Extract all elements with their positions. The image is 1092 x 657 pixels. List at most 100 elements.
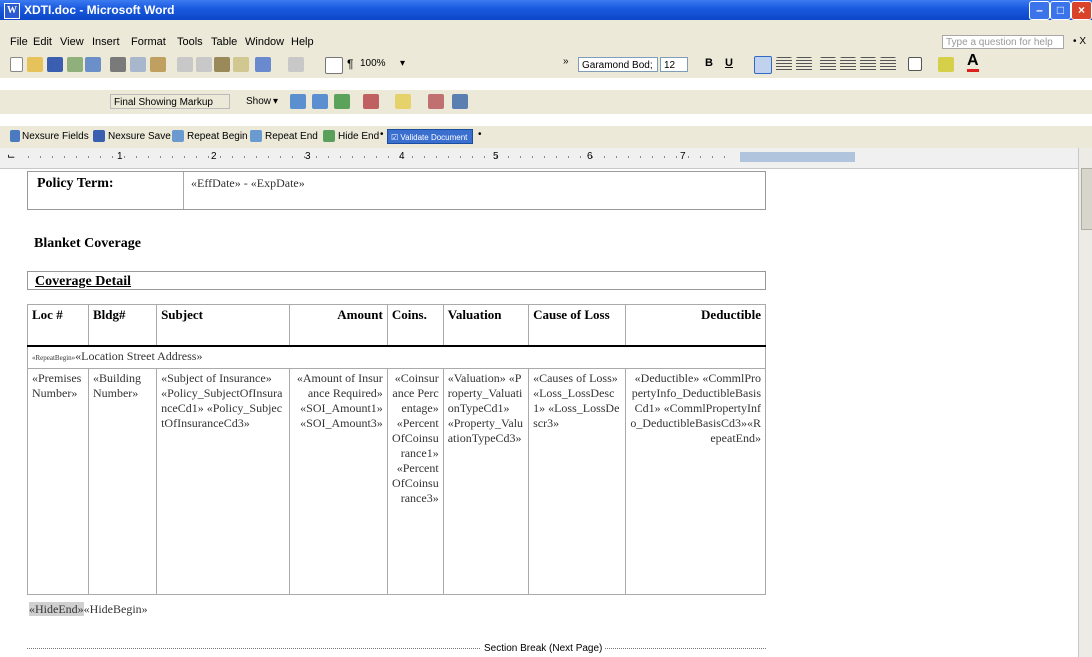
font-select[interactable]: Garamond Bod; — [578, 57, 658, 72]
hide-begin-tag: «HideBegin» — [83, 602, 148, 616]
paste-icon[interactable] — [214, 57, 230, 72]
menu-format[interactable]: Format — [131, 36, 166, 48]
menu-file[interactable]: File — [10, 36, 28, 48]
header-coins: Coins. — [386, 304, 444, 347]
policy-term-box: Policy Term: «EffDate» - «ExpDate» — [27, 171, 766, 210]
numbering-icon[interactable] — [820, 57, 836, 72]
next-change-icon[interactable] — [312, 94, 328, 109]
align-center-icon[interactable] — [776, 57, 792, 72]
menu-edit[interactable]: Edit — [33, 36, 52, 48]
ruler-number-6: 6 — [587, 151, 593, 162]
bold-button[interactable]: B — [705, 57, 713, 69]
repeat-begin-button[interactable]: Repeat Begin — [187, 131, 248, 142]
redo-icon[interactable] — [288, 57, 304, 72]
zoom-dropdown-icon[interactable]: ▾ — [400, 58, 405, 69]
font-color-icon[interactable]: A — [967, 53, 979, 72]
show-dropdown-icon[interactable]: ▾ — [273, 96, 278, 107]
copy-icon[interactable] — [196, 57, 212, 72]
ruler-number-5: 5 — [493, 151, 499, 162]
menu-window[interactable]: Window — [245, 36, 284, 48]
new-icon[interactable] — [10, 57, 23, 72]
menu-view[interactable]: View — [60, 36, 84, 48]
maximize-button[interactable]: □ — [1050, 1, 1071, 20]
spelling-icon[interactable] — [150, 57, 166, 72]
repeat-end-button[interactable]: Repeat End — [265, 131, 318, 142]
help-search-input[interactable]: Type a question for help — [942, 35, 1064, 49]
close-button[interactable]: × — [1071, 1, 1092, 20]
align-left-icon[interactable] — [754, 56, 772, 74]
ruler-number-7: 7 — [680, 151, 686, 162]
undo-icon[interactable] — [255, 57, 271, 72]
underline-button[interactable]: U — [725, 57, 733, 69]
location-street-address: «Location Street Address» — [75, 349, 203, 363]
hide-end-tag: «HideEnd» — [29, 602, 84, 616]
location-row-cell: «RepeatBegin»«Location Street Address» — [27, 345, 766, 369]
section-break-line — [27, 648, 766, 649]
title-bar: W XDTI.doc - Microsoft Word – □ × — [0, 0, 1092, 20]
align-right-icon[interactable] — [796, 57, 812, 72]
tab-selector-icon[interactable]: ⌙ — [7, 151, 15, 162]
borders-icon[interactable] — [908, 57, 922, 71]
coverage-detail-box: Coverage Detail — [27, 271, 766, 290]
horizontal-ruler[interactable]: ⌙ 1 2 3 4 5 6 7 — [0, 148, 1092, 169]
menu-table[interactable]: Table — [211, 36, 237, 48]
minimize-button[interactable]: – — [1029, 1, 1050, 20]
highlight-icon[interactable] — [938, 57, 954, 72]
ruler-ticks — [28, 156, 728, 158]
menu-insert[interactable]: Insert — [92, 36, 120, 48]
table-row: «Premises Number» «Building Number» «Sub… — [27, 368, 767, 595]
accept-change-icon[interactable] — [334, 94, 350, 109]
previous-change-icon[interactable] — [290, 94, 306, 109]
document-page[interactable]: Policy Term: «EffDate» - «ExpDate» Blank… — [0, 170, 1078, 657]
nexsure-save-button[interactable]: Nexsure Save — [108, 131, 171, 142]
bullets-icon[interactable] — [840, 57, 856, 72]
validate-checkbox-icon: ☑ — [391, 133, 399, 142]
coverage-detail-heading: Coverage Detail — [35, 274, 132, 289]
menu-help[interactable]: Help — [291, 36, 314, 48]
nexsure-fields-button[interactable]: Nexsure Fields — [22, 131, 89, 142]
open-icon[interactable] — [27, 57, 43, 72]
cell-subject: «Subject of Insurance» «Policy_SubjectOf… — [156, 368, 291, 595]
show-hide-icon[interactable]: ¶ — [347, 57, 353, 71]
cell-valuation: «Valuation» «Property_ValuationTypeCd1» … — [442, 368, 530, 595]
new-comment-icon[interactable] — [395, 94, 411, 109]
increase-indent-icon[interactable] — [880, 57, 896, 72]
permission-icon[interactable] — [67, 57, 83, 72]
decrease-indent-icon[interactable] — [860, 57, 876, 72]
reviewing-toolbar: Final Showing Markup Show ▾ — [0, 90, 1092, 114]
display-for-review-select[interactable]: Final Showing Markup — [110, 94, 230, 109]
zoom-value[interactable]: 100% — [360, 58, 386, 69]
reviewing-pane-icon[interactable] — [452, 94, 468, 109]
word-icon: W — [4, 3, 20, 19]
toolbar-options-icon[interactable]: » — [563, 56, 569, 67]
print-icon[interactable] — [110, 57, 126, 72]
email-icon[interactable] — [85, 57, 101, 72]
track-changes-icon[interactable] — [428, 94, 444, 109]
scrollbar-thumb[interactable] — [1081, 168, 1092, 230]
cell-deductible: «Deductible» «CommlPropertyInfo_Deductib… — [624, 368, 767, 595]
toolbar-separator: • — [380, 129, 384, 140]
ruler-number-4: 4 — [399, 151, 405, 162]
format-painter-icon[interactable] — [233, 57, 249, 72]
coverage-table: Loc # Bldg# Subject Amount Coins. Valuat… — [27, 304, 767, 595]
vertical-scrollbar[interactable] — [1078, 148, 1092, 657]
save-icon[interactable] — [47, 57, 63, 72]
cut-icon[interactable] — [177, 57, 193, 72]
blanket-coverage-heading: Blanket Coverage — [34, 236, 141, 251]
cell-building-number: «Building Number» — [87, 368, 158, 595]
table-icon[interactable] — [325, 57, 343, 74]
menu-tools[interactable]: Tools — [177, 36, 203, 48]
hide-end-button[interactable]: Hide End — [338, 131, 379, 142]
section-break-label: Section Break (Next Page) — [481, 643, 606, 654]
reject-change-icon[interactable] — [363, 94, 379, 109]
font-size-select[interactable]: 12 — [660, 57, 688, 72]
cell-premises-number: «Premises Number» — [27, 368, 89, 595]
close-document-icon[interactable]: • X — [1073, 36, 1086, 47]
validate-document-button[interactable]: ☑ Validate Document — [387, 129, 473, 144]
cell-amount: «Amount of Insurance Required» «SOI_Amou… — [289, 368, 388, 595]
nexsure-toolbar: Nexsure Fields Nexsure Save Repeat Begin… — [0, 126, 1092, 148]
show-menu[interactable]: Show — [246, 96, 271, 107]
cell-cause-of-loss: «Causes of Loss» «Loss_LossDesc1» «Loss_… — [528, 368, 626, 595]
print-preview-icon[interactable] — [130, 57, 146, 72]
ruler-number-1: 1 — [117, 151, 123, 162]
